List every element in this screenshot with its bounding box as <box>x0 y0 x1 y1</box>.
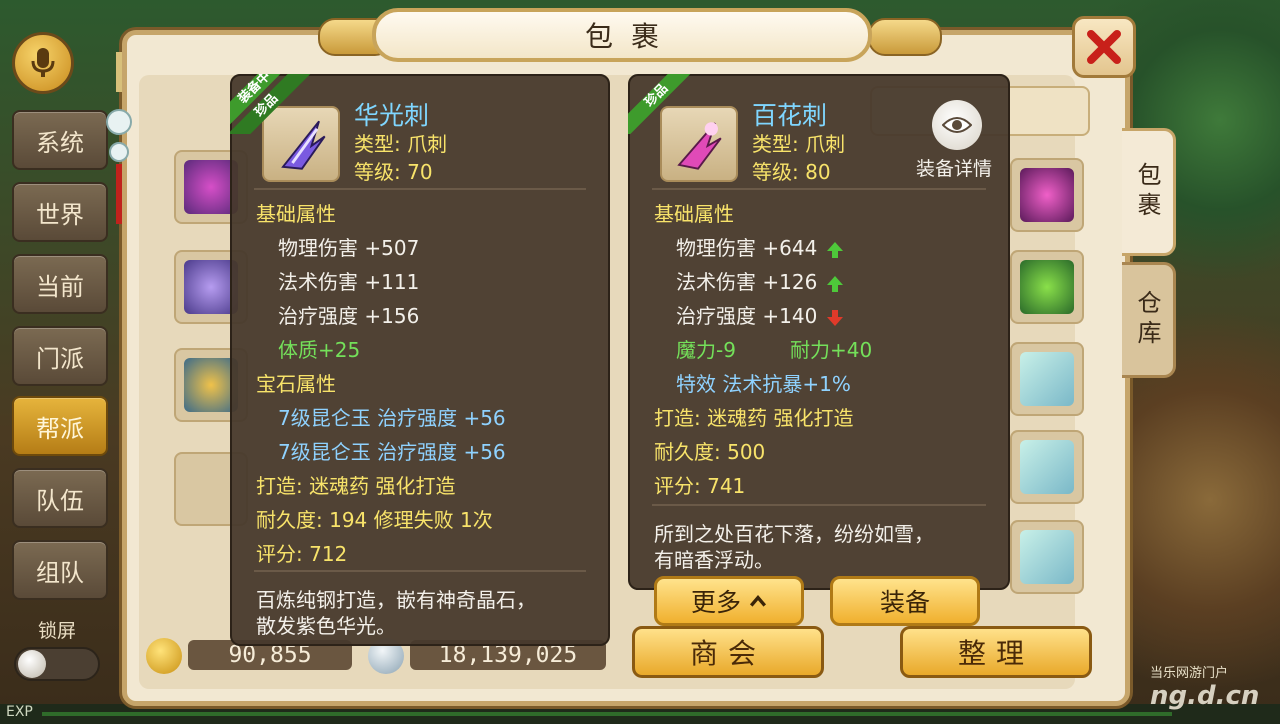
attr-text: 治疗强度 +140 <box>676 304 818 328</box>
gem-attr-line: 7级昆仑玉 治疗强度 +56 <box>278 440 506 464</box>
tab-warehouse[interactable]: 仓库 <box>1122 262 1176 378</box>
up-arrow-icon <box>827 275 844 292</box>
item-name: 百花刺 <box>752 101 828 130</box>
inventory-slot[interactable] <box>1010 430 1084 504</box>
compare-item-tooltip: 珍品 百花刺 类型: 爪刺 等级: 80 装备详情 基础属性 物理伤害 +644… <box>628 74 1010 590</box>
channel-team[interactable]: 队伍 <box>12 468 108 528</box>
window-title-banner: 包裹 <box>372 8 872 62</box>
equip-button[interactable]: 装备 <box>830 576 980 626</box>
inventory-slot[interactable] <box>1010 250 1084 324</box>
attr-physical-damage: 物理伤害 +644 <box>676 232 845 261</box>
item-type: 类型: 爪刺 <box>752 132 846 156</box>
divider <box>652 504 986 506</box>
channel-current[interactable]: 当前 <box>12 254 108 314</box>
divider <box>652 188 986 190</box>
special-effect: 特效 法术抗暴+1% <box>676 372 851 396</box>
attr-physical-damage: 物理伤害 +507 <box>278 236 420 260</box>
close-icon <box>1087 30 1121 64</box>
scroll-item-icon <box>1020 530 1074 584</box>
attr-heal-power: 治疗强度 +140 <box>676 300 845 329</box>
rare-ribbon-label: 珍品 <box>628 74 702 134</box>
attr-magic-damage: 法术伤害 +126 <box>676 266 845 295</box>
durability-info: 耐久度: 500 <box>654 440 766 464</box>
flower-claw-item-icon <box>1020 168 1074 222</box>
scroll-item-icon <box>1020 440 1074 494</box>
inventory-slot[interactable] <box>1010 520 1084 594</box>
attr-endurance: 耐力+40 <box>790 338 873 362</box>
rare-ribbon: 珍品 <box>628 74 712 134</box>
item-description-line: 有暗香浮动。 <box>654 548 774 572</box>
tab-bag[interactable]: 包裹 <box>1122 128 1176 256</box>
equipped-ribbon: 装备中 珍品 <box>230 74 314 134</box>
close-button[interactable] <box>1072 16 1136 78</box>
forge-info: 打造: 迷魂药 强化打造 <box>654 406 854 430</box>
score-info: 评分: 741 <box>654 474 746 498</box>
up-arrow-icon <box>827 241 844 258</box>
item-description-line: 百炼纯钢打造，嵌有神奇晶石， <box>256 588 536 612</box>
channel-group[interactable]: 组队 <box>12 540 108 600</box>
channel-sect[interactable]: 门派 <box>12 326 108 386</box>
item-level: 等级: 80 <box>752 160 831 184</box>
exp-label: EXP <box>6 704 33 720</box>
down-arrow-icon <box>827 309 844 326</box>
attr-constitution: 体质+25 <box>278 338 361 362</box>
attr-magic: 魔力-9 <box>676 338 736 362</box>
lock-screen-label: 锁屏 <box>38 620 77 642</box>
equipment-detail-label[interactable]: 装备详情 <box>916 154 992 181</box>
sort-button[interactable]: 整理 <box>900 626 1092 678</box>
base-attr-heading: 基础属性 <box>256 202 336 226</box>
equipped-item-tooltip: 装备中 珍品 华光刺 类型: 爪刺 等级: 70 基础属性 物理伤害 +507 … <box>230 74 610 646</box>
attr-magic-damage: 法术伤害 +111 <box>278 270 420 294</box>
channel-world[interactable]: 世界 <box>12 182 108 242</box>
shop-button[interactable]: 商会 <box>632 626 824 678</box>
gem-attr-line: 7级昆仑玉 治疗强度 +56 <box>278 406 506 430</box>
attr-text: 物理伤害 +644 <box>676 236 818 260</box>
item-type: 类型: 爪刺 <box>354 132 448 156</box>
score-info: 评分: 712 <box>256 542 348 566</box>
toggle-knob <box>18 650 46 678</box>
attr-text: 法术伤害 +126 <box>676 270 818 294</box>
watermark-top: 当乐网游门户 <box>1150 666 1229 681</box>
lock-screen-toggle[interactable] <box>14 647 100 681</box>
channel-system[interactable]: 系统 <box>12 110 108 170</box>
boots-item-icon <box>1020 260 1074 314</box>
attr-heal-power: 治疗强度 +156 <box>278 304 420 328</box>
microphone-icon <box>31 48 55 77</box>
scroll-item-icon <box>1020 352 1074 406</box>
divider <box>254 570 586 572</box>
forge-info: 打造: 迷魂药 强化打造 <box>256 474 456 498</box>
inventory-slot[interactable] <box>1010 342 1084 416</box>
more-button[interactable]: 更多 <box>654 576 804 626</box>
item-level: 等级: 70 <box>354 160 433 184</box>
window-title: 包裹 <box>584 20 677 53</box>
equipment-detail-button[interactable] <box>932 100 982 150</box>
channel-guild[interactable]: 帮派 <box>12 396 108 456</box>
site-watermark: 当乐网游门户 ng.d.cn <box>1150 662 1259 711</box>
voice-mic-button[interactable] <box>12 32 74 94</box>
gold-coin-icon <box>146 638 182 674</box>
exp-bar: EXP <box>0 704 1280 724</box>
item-name: 华光刺 <box>354 101 430 130</box>
durability-info: 耐久度: 194 修理失败 1次 <box>256 508 493 532</box>
eye-icon <box>942 117 972 133</box>
divider <box>254 188 586 190</box>
item-description-line: 所到之处百花下落，纷纷如雪， <box>654 522 934 546</box>
inventory-slot[interactable] <box>1010 158 1084 232</box>
gem-attr-heading: 宝石属性 <box>256 372 336 396</box>
item-description-line: 散发紫色华光。 <box>256 614 396 638</box>
title-scroll-right <box>868 18 942 56</box>
watermark-domain: ng.d.cn <box>1150 681 1260 711</box>
jade-ornament-icon <box>106 52 132 224</box>
more-button-label: 更多 <box>690 588 741 617</box>
exp-progress <box>42 712 1172 716</box>
chevron-up-icon <box>749 595 767 607</box>
base-attr-heading: 基础属性 <box>654 202 734 226</box>
